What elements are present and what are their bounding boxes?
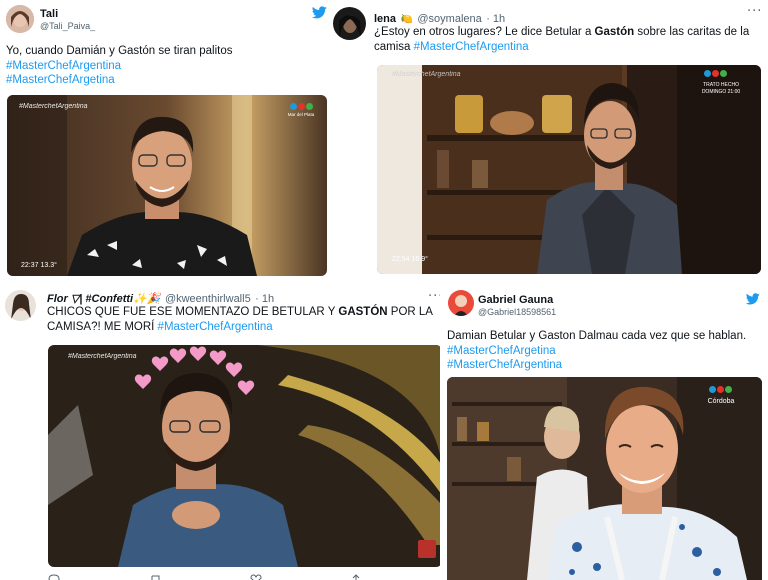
hashtag-link[interactable]: #MasterChefArgentina [6,59,326,74]
more-options-icon[interactable]: ··· [747,4,762,19]
author-handle[interactable]: @kweenthirlwall5 [165,293,251,305]
author-handle[interactable]: @soymalena [417,13,481,25]
tweet-card-gabriel[interactable]: Gabriel Gauna @Gabriel18598561 Damian Be… [440,284,768,580]
avatar[interactable] [333,7,366,40]
watermark: #MasterchefArgentina [19,103,88,110]
author-name[interactable]: lena [374,13,396,25]
tweet-card-lena[interactable]: lena 🍋 @soymalena · 1h ··· ¿Estoy en otr… [329,0,768,284]
video-frame-damian [7,95,327,276]
avatar[interactable] [448,290,474,316]
avatar-photo [333,7,366,40]
author-handle[interactable]: @Gabriel18598561 [478,307,556,317]
author-handle[interactable]: @Tali_Paiva_ [40,21,95,31]
avatar[interactable] [5,290,36,321]
watermark: #MasterchefArgentina [68,353,137,360]
channel-logo-icon [709,386,732,393]
hashtag-link[interactable]: #MasterChefArgentina [447,358,765,373]
tweet-video[interactable]: #MasterchefArgentina TRATO HECHO DOMINGO… [377,65,761,274]
channel-logo-icon [704,70,727,77]
tweet-card-tali[interactable]: Tali @Tali_Paiva_ Yo, cuando Damián y Ga… [0,0,334,284]
promo-line1: TRATO HECHO [703,82,739,88]
tweet-text-line2: camisa [374,40,411,53]
tweet-text: Damian Betular y Gaston Dalmau cada vez … [447,330,747,342]
like-icon[interactable] [250,574,262,580]
name-emoji: 🍋 [400,14,413,25]
retweet-icon[interactable] [150,574,162,580]
author-name[interactable]: Flor ▽| #Confetti✨🎉 [47,293,160,305]
tweet-card-flor[interactable]: Flor ▽| #Confetti✨🎉 @kweenthirlwall5 · 1… [0,284,448,580]
share-icon[interactable] [350,574,362,580]
timestamp-overlay: 22:37 13.3° [21,262,57,269]
hashtag-link[interactable]: #MasterChefArgetina [6,73,326,88]
tweet-time[interactable]: · 1h [486,13,505,25]
tweet-text-line1: CHICOS QUE FUE ESE MOMENTAZO DE BETULAR … [47,306,339,318]
tweet-text-line1: ¿Estoy en otros lugares? Le dice Betular… [374,26,750,38]
video-frame-filter [48,345,442,567]
author-name[interactable]: Tali [40,8,95,20]
avatar-photo [5,290,36,321]
hashtag-link[interactable]: #MasterChefArgetina [447,344,765,359]
channel-logo-icon [290,103,313,110]
tweet-text-line2: CAMISA?! ME MORÍ [47,320,158,333]
hashtag-link[interactable]: #MasterChefArgentina [414,41,529,53]
hashtag-link[interactable]: #MasterChefArgentina [158,321,273,333]
author-name[interactable]: Gabriel Gauna [478,294,556,306]
bold-mention: Gastón [594,26,635,38]
tweet-video[interactable]: Córdoba [447,377,762,580]
avatar[interactable] [6,5,34,33]
tweet-time[interactable]: · 1h [255,293,274,305]
reply-icon[interactable] [48,574,60,580]
channel-caption: Córdoba [707,398,735,405]
video-frame-gaston [377,65,761,274]
tweet-text: Yo, cuando Damián y Gastón se tiran pali… [6,45,233,57]
twitter-bird-icon [746,293,760,305]
avatar-photo [6,5,34,33]
watermark: #MasterchefArgentina [392,71,461,78]
tweet-video[interactable]: #MasterchefArgentina [48,345,442,567]
bold-mention: GASTÓN [338,306,388,318]
channel-caption: Mar del Plata [287,112,315,117]
avatar-photo [448,290,474,316]
timestamp-overlay: 22:54 16.9° [392,256,428,263]
tweet-video[interactable]: #MasterchefArgentina Mar del Plata 22:37… [7,95,327,276]
twitter-bird-icon [312,6,327,19]
video-frame-gaston-smile [447,377,762,580]
promo-line2: DOMINGO 21:00 [701,89,741,95]
